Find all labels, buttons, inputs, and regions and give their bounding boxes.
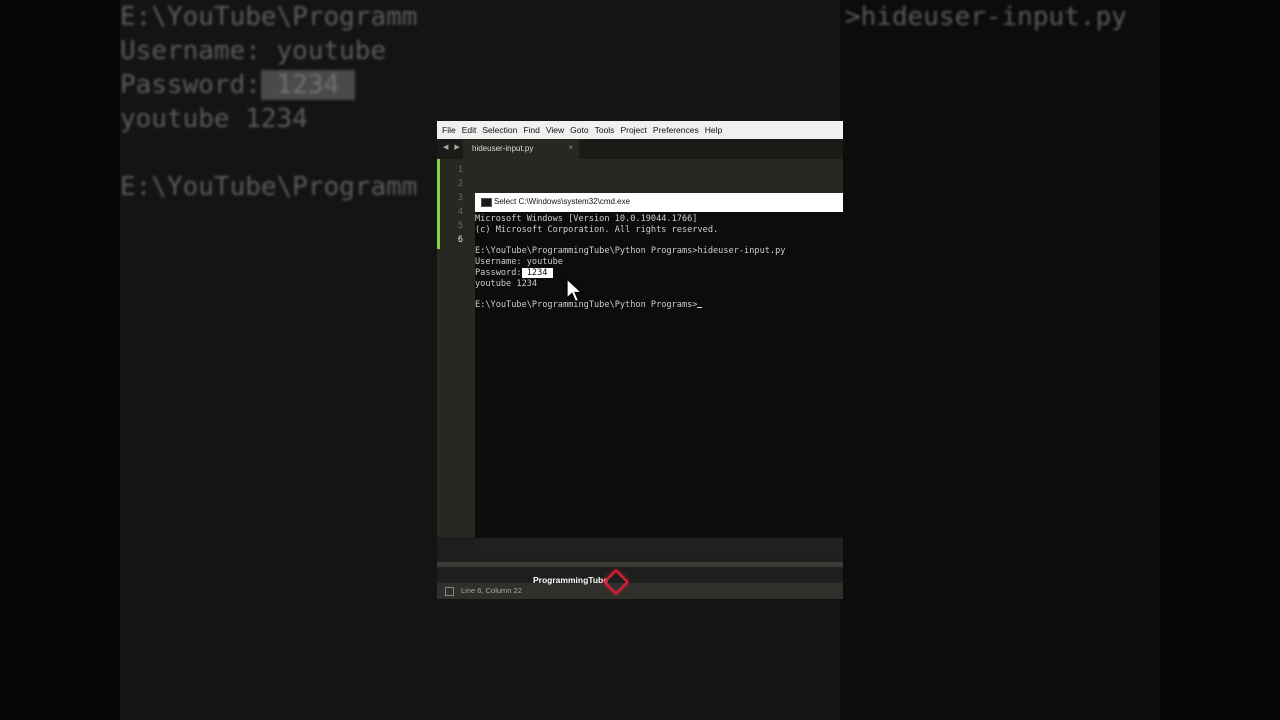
cmd-command-line: E:\YouTube\ProgrammingTube\Python Progra… (475, 246, 786, 257)
background-left-bar (0, 0, 120, 720)
menu-help[interactable]: Help (705, 125, 722, 135)
line-number: 5 (457, 221, 463, 231)
background-password-value: 1234 (260, 70, 355, 100)
status-bar: Line 6, Column 22 ProgrammingTube (437, 569, 843, 599)
line-number: 1 (457, 165, 463, 175)
background-prompt-line: E:\YouTube\Programm (120, 172, 418, 202)
cmd-title-bar[interactable]: Select C:\Windows\system32\cmd.exe (475, 193, 843, 212)
menu-find[interactable]: Find (523, 125, 540, 135)
cmd-output-line: youtube 1234 (475, 278, 538, 289)
menu-tools[interactable]: Tools (595, 125, 615, 135)
mouse-pointer-icon (566, 278, 584, 303)
diamond-logo-icon (603, 569, 629, 595)
panel-toggle-icon[interactable] (445, 587, 454, 596)
text-caret (697, 307, 703, 309)
cursor-position: Line 6, Column 22 (461, 586, 522, 595)
panel-divider (437, 562, 843, 567)
background-username-line: Username: youtube (120, 36, 387, 66)
cmd-blank-line (475, 290, 785, 301)
menu-edit[interactable]: Edit (462, 125, 477, 135)
background-password-label: Password: (120, 70, 261, 100)
line-number: 2 (457, 179, 463, 189)
tab-nav-arrows-icon[interactable]: ◀ ▶ (443, 143, 462, 151)
cmd-window: Select C:\Windows\system32\cmd.exe Micro… (475, 193, 843, 538)
horizontal-scroll-area[interactable] (475, 537, 843, 559)
background-command-line: >hideuser-input.py (845, 2, 1127, 32)
menu-selection[interactable]: Selection (482, 125, 517, 135)
close-icon[interactable]: × (568, 143, 573, 152)
cmd-password-line: Password: 1234 (475, 267, 785, 279)
tab-label: hideuser-input.py (472, 144, 534, 153)
cmd-copyright-line: (c) Microsoft Corporation. All rights re… (475, 224, 719, 235)
background-path-line: E:\YouTube\Programm (120, 2, 418, 32)
modified-lines-marker (437, 159, 440, 249)
menu-view[interactable]: View (546, 125, 564, 135)
tab-hideuser-input[interactable]: hideuser-input.py × (463, 139, 579, 159)
menu-file[interactable]: File (442, 125, 456, 135)
background-right-bar (1160, 0, 1280, 720)
background-output-line: youtube 1234 (120, 104, 308, 134)
cmd-title: Select C:\Windows\system32\cmd.exe (494, 197, 631, 206)
menu-bar: File Edit Selection Find View Goto Tools… (437, 121, 843, 139)
cmd-password-label: Password: (475, 267, 522, 278)
cmd-icon (481, 198, 492, 207)
line-number: 4 (457, 207, 463, 217)
cmd-version-line: Microsoft Windows [Version 10.0.19044.17… (475, 214, 698, 224)
line-gutter: 1 2 3 4 5 6 (437, 159, 475, 537)
channel-watermark: ProgrammingTube (533, 575, 608, 585)
menu-goto[interactable]: Goto (570, 125, 588, 135)
menu-project[interactable]: Project (620, 125, 646, 135)
cmd-username-line: Username: youtube (475, 257, 563, 268)
background-password-line: Password: 1234 (120, 68, 355, 102)
cmd-password-selection: 1234 (521, 267, 553, 278)
cmd-prompt: E:\YouTube\ProgrammingTube\Python Progra… (475, 300, 698, 311)
current-line-number: 6 (457, 235, 463, 245)
cmd-blank-line (475, 236, 785, 247)
menu-preferences[interactable]: Preferences (653, 125, 699, 135)
cmd-prompt-line: E:\YouTube\ProgrammingTube\Python Progra… (475, 300, 785, 311)
cmd-output[interactable]: Microsoft Windows [Version 10.0.19044.17… (475, 214, 785, 311)
line-number: 3 (457, 193, 463, 203)
tab-bar: ◀ ▶ hideuser-input.py × (437, 139, 843, 160)
